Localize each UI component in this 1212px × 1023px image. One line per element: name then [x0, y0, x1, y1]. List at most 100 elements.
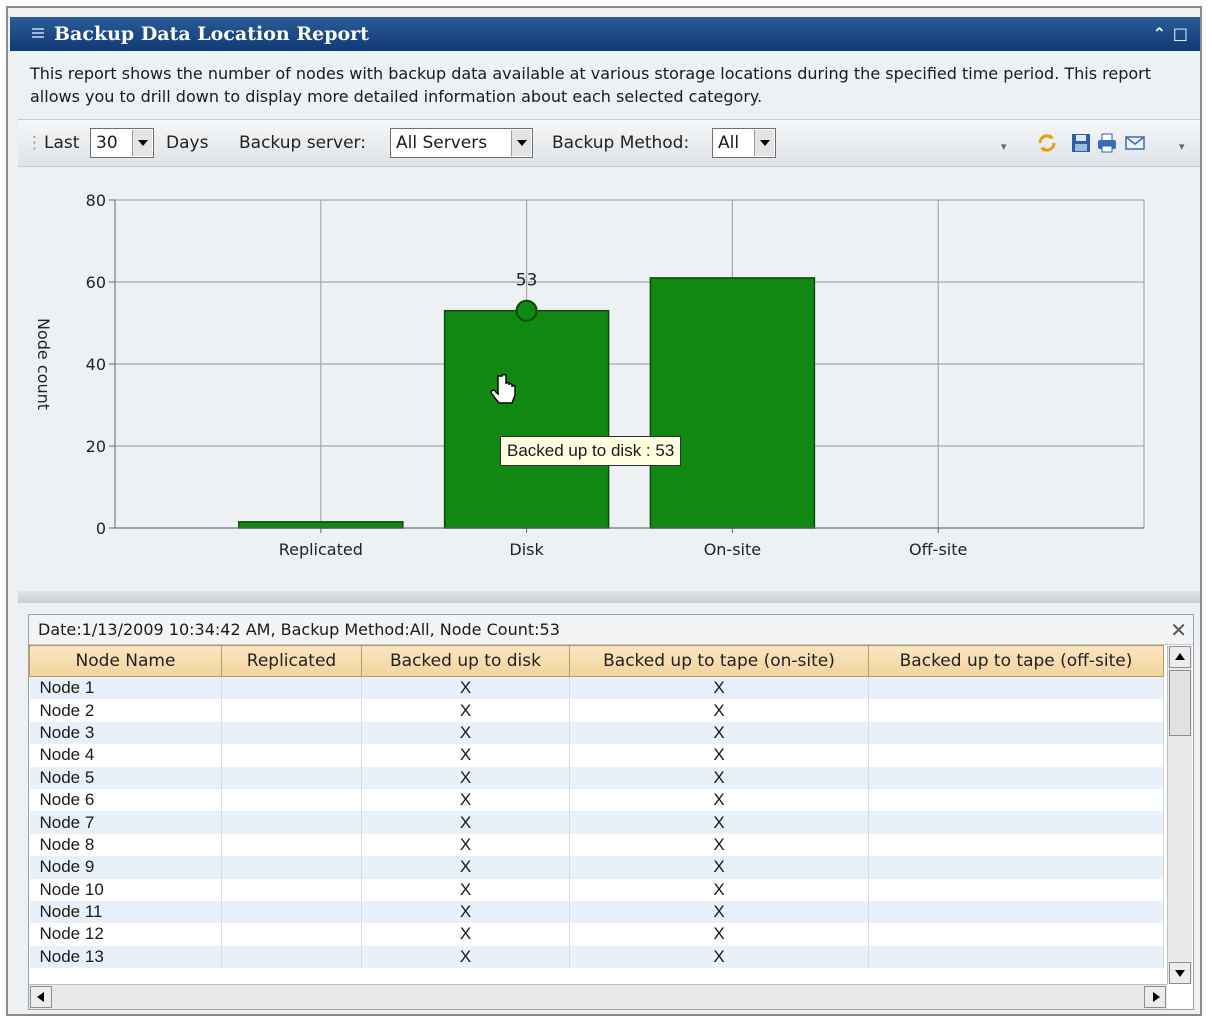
- table-cell: [221, 766, 362, 789]
- table-cell: X: [361, 699, 570, 722]
- column-header-tape-onsite[interactable]: Backed up to tape (on-site): [569, 645, 869, 677]
- scroll-up-button[interactable]: [1169, 646, 1191, 668]
- table-row[interactable]: Node 6 XX: [29, 788, 1164, 812]
- method-label: Backup Method:: [552, 133, 690, 153]
- table-cell: X: [569, 721, 869, 745]
- bar-replicated[interactable]: [238, 521, 404, 529]
- highlight-marker: [515, 299, 538, 322]
- table-row[interactable]: Node 1 XX: [29, 676, 1164, 700]
- table-cell: [868, 788, 1164, 812]
- days-value: 30: [96, 133, 118, 153]
- table-cell: Node 4: [29, 744, 222, 767]
- toolbar-grip-icon: ⋮: [26, 133, 43, 153]
- table-cell: Node 7: [29, 811, 222, 834]
- table-row[interactable]: Node 8 XX: [29, 833, 1164, 857]
- scroll-left-button[interactable]: [30, 986, 52, 1008]
- table-cell: [868, 699, 1164, 722]
- table-cell: [221, 811, 362, 834]
- y-tick-label: 20: [86, 437, 106, 456]
- close-icon[interactable]: ✕: [1170, 615, 1187, 645]
- table-row[interactable]: Node 12 X X: [29, 923, 1164, 946]
- overflow-icon[interactable]: ▾: [1179, 140, 1185, 153]
- table-cell: [221, 833, 362, 857]
- detail-table: Node Name Replicated Backed up to disk B…: [29, 645, 1164, 969]
- horizontal-scrollbar[interactable]: [29, 984, 1167, 1009]
- table-row[interactable]: Node 3 XX: [29, 721, 1164, 745]
- chevron-down-icon[interactable]: [754, 130, 774, 156]
- table-cell: X: [361, 766, 570, 789]
- overflow-icon[interactable]: ▾: [1001, 140, 1007, 153]
- table-cell: [221, 721, 362, 745]
- table-row[interactable]: Node 13 X X: [29, 945, 1164, 969]
- table-cell: [868, 923, 1164, 946]
- column-header-disk[interactable]: Backed up to disk: [361, 645, 570, 677]
- column-header-replicated[interactable]: Replicated: [221, 645, 362, 677]
- table-cell: X: [569, 744, 869, 767]
- server-select[interactable]: All Servers: [390, 128, 533, 158]
- table-cell: X: [569, 766, 869, 789]
- table-cell: [868, 744, 1164, 767]
- report-description: This report shows the number of nodes wi…: [30, 64, 1152, 106]
- column-header-node-name[interactable]: Node Name: [29, 645, 222, 677]
- table-cell: [868, 833, 1164, 857]
- title-bar: Backup Data Location Report ⌃ □: [10, 17, 1200, 51]
- days-select[interactable]: 30: [90, 128, 154, 158]
- table-row[interactable]: Node 4 XX: [29, 744, 1164, 767]
- x-tick-label: Replicated: [279, 540, 363, 559]
- table-cell: X: [361, 923, 570, 946]
- table-row[interactable]: Node 7 XX: [29, 811, 1164, 834]
- method-value: All: [718, 133, 740, 153]
- refresh-icon[interactable]: [1036, 132, 1058, 154]
- table-cell: X: [361, 833, 570, 857]
- table-row[interactable]: Node 11 X X: [29, 900, 1164, 924]
- vertical-scrollbar[interactable]: [1167, 646, 1192, 984]
- x-tick-label: On-site: [704, 540, 761, 559]
- table-cell: X: [569, 923, 869, 946]
- table-cell: X: [569, 878, 869, 901]
- bar-on-site[interactable]: [649, 277, 816, 529]
- table-cell: Node 11: [29, 900, 222, 924]
- scroll-thumb[interactable]: [1169, 670, 1191, 736]
- y-tick-label: 80: [86, 191, 106, 210]
- hand-cursor-icon: [490, 374, 516, 404]
- data-label: 53: [516, 271, 538, 291]
- days-label: Days: [166, 133, 209, 153]
- filter-toolbar: ⋮ Last 30 Days Backup server: All Server…: [18, 119, 1200, 167]
- grid-caption-text: Date:1/13/2009 10:34:42 AM, Backup Metho…: [38, 620, 560, 639]
- table-cell: Node 10: [29, 878, 222, 901]
- table-cell: Node 3: [29, 721, 222, 745]
- table-cell: [868, 900, 1164, 924]
- bar-disk[interactable]: [443, 309, 610, 529]
- collapse-icon[interactable]: ⌃: [1153, 17, 1166, 51]
- table-row[interactable]: Node 10 X X: [29, 878, 1164, 901]
- chevron-down-icon[interactable]: [511, 130, 531, 156]
- table-cell: [221, 900, 362, 924]
- y-tick-label: 0: [96, 519, 106, 538]
- chart-panel: 0 20 40 60 80 Replicated Disk On-site Off-site No…: [18, 167, 1200, 591]
- bar-tooltip: Backed up to disk : 53: [500, 436, 682, 466]
- table-cell: Node 1: [29, 676, 222, 700]
- column-header-tape-offsite[interactable]: Backed up to tape (off-site): [868, 645, 1164, 677]
- table-cell: [221, 744, 362, 767]
- x-tick-label: Off-site: [909, 540, 967, 559]
- table-cell: X: [569, 699, 869, 722]
- grip-icon: [32, 28, 44, 40]
- table-row[interactable]: Node 2 XX: [29, 699, 1164, 722]
- chevron-down-icon[interactable]: [132, 130, 152, 156]
- table-cell: X: [569, 676, 869, 700]
- scroll-down-button[interactable]: [1169, 962, 1191, 984]
- table-cell: X: [361, 856, 570, 879]
- table-row[interactable]: Node 5 XX: [29, 766, 1164, 789]
- save-icon[interactable]: [1070, 132, 1092, 154]
- method-select[interactable]: All: [712, 128, 776, 158]
- table-row[interactable]: Node 9 XX: [29, 856, 1164, 879]
- panel-splitter[interactable]: [18, 591, 1200, 603]
- email-icon[interactable]: [1124, 132, 1146, 154]
- print-icon[interactable]: [1096, 132, 1118, 154]
- table-cell: Node 12: [29, 923, 222, 946]
- table-cell: [221, 945, 362, 969]
- table-cell: Node 13: [29, 945, 222, 969]
- scroll-right-button[interactable]: [1144, 986, 1166, 1008]
- table-cell: Node 8: [29, 833, 222, 857]
- maximize-icon[interactable]: □: [1173, 17, 1188, 51]
